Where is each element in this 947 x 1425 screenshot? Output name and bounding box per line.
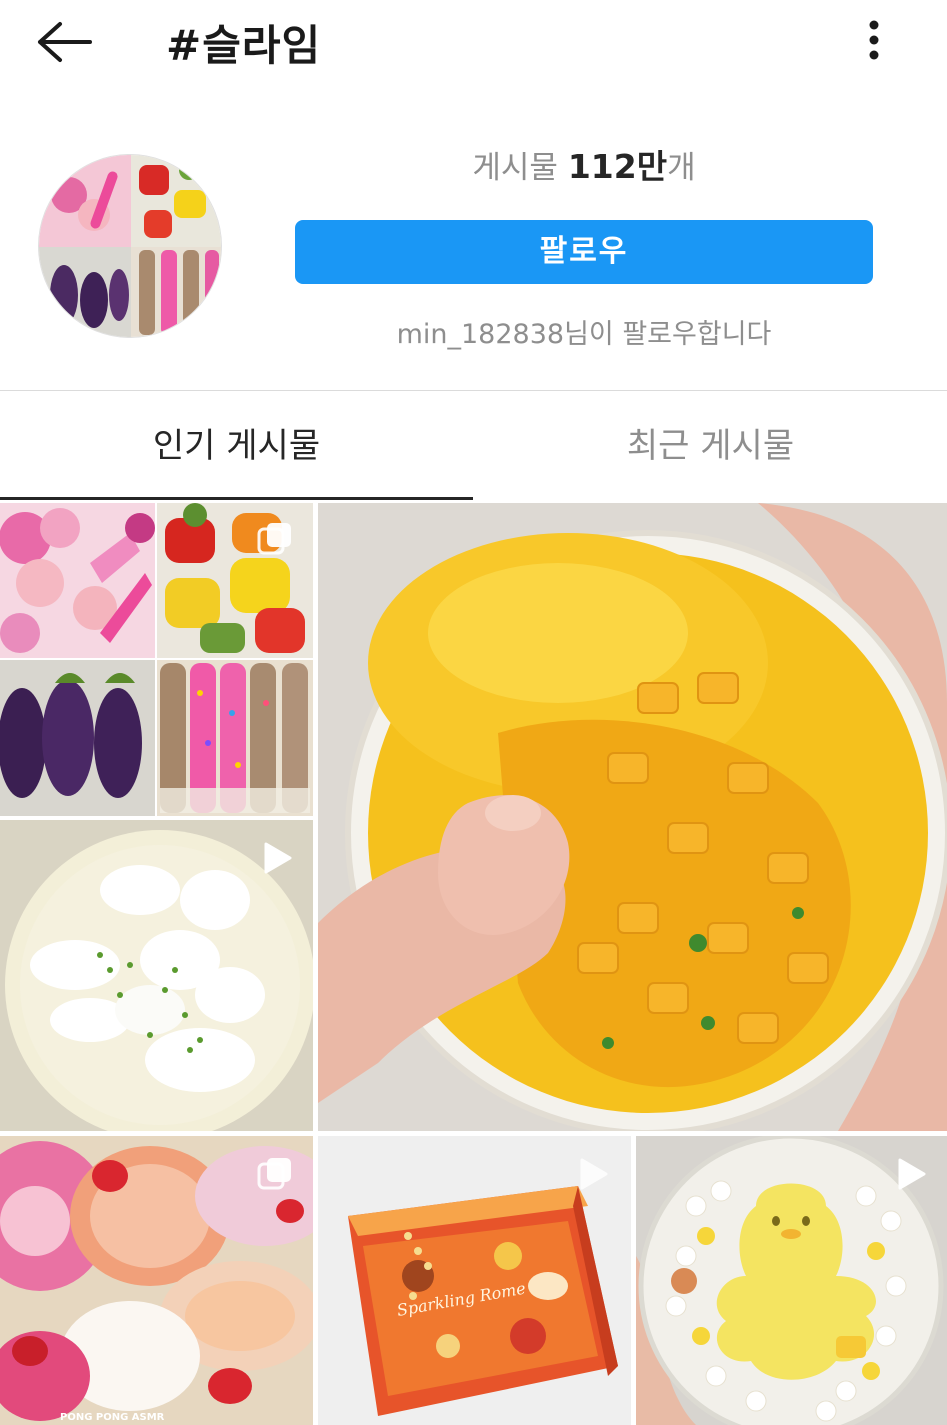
back-arrow-icon[interactable] [30,14,100,70]
more-options-icon[interactable] [852,16,896,66]
post-count-unit: 개 [667,150,696,186]
grid-post-white-slime[interactable] [0,820,313,1131]
hashtag-page: #슬라임 게시물 112만개 팔로우 min_182838님이 팔로우합니다 인… [0,0,947,1425]
multi-image-icon [257,523,291,555]
post-count-value: 112만 [567,147,668,186]
grid-post-yellow-slime[interactable] [318,503,947,1131]
hashtag-avatar [38,154,222,338]
post-thumbnail [318,503,947,1131]
grid-post-collage[interactable] [0,503,313,816]
tab-popular-posts[interactable]: 인기 게시물 [0,392,473,500]
active-tab-indicator [0,497,473,500]
grid-post-yellow-figure-slime[interactable] [636,1136,947,1425]
watermark: PONG PONG ASMR [60,1412,165,1423]
multi-image-icon [257,1158,291,1190]
grid-post-orange-jelly[interactable]: Sparkling Rome [318,1136,631,1425]
follow-button[interactable]: 팔로우 [295,220,873,284]
post-count-label: 게시물 [472,150,558,186]
divider [0,390,947,391]
tab-recent-posts[interactable]: 최근 게시물 [474,392,947,500]
video-play-icon [580,1158,608,1190]
followed-by-text: min_182838님이 팔로우합니다 [396,319,772,350]
page-title: #슬라임 [166,21,322,70]
top-bar: #슬라임 [0,0,947,90]
post-count: 게시물 112만개 [294,140,874,190]
video-play-icon [264,842,292,874]
video-play-icon [898,1158,926,1190]
grid-post-pink-bread-slime[interactable]: PONG PONG ASMR [0,1136,313,1425]
